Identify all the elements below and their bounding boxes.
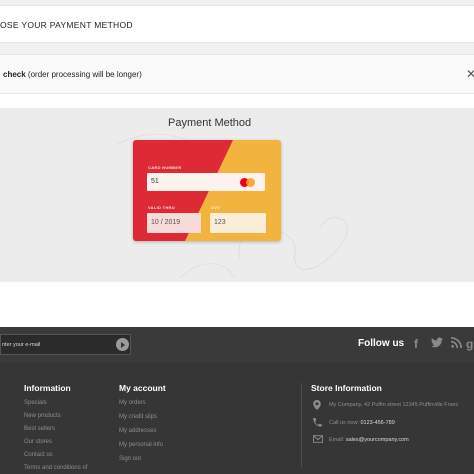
mastercard-icon <box>240 178 256 187</box>
store-information-title: Store Information <box>311 383 382 393</box>
map-marker-icon <box>313 400 321 412</box>
check-payment-option[interactable]: check (order processing will be longer) … <box>0 54 474 94</box>
close-icon[interactable]: ✕ <box>466 67 474 81</box>
phone-icon <box>313 418 322 429</box>
footer-link-sign-out[interactable]: Sign out <box>119 456 141 462</box>
store-address: My Company, 42 Puffin street 12345 Puffi… <box>329 402 459 408</box>
credit-card: CARD NUMBER 51 VALID THRU CVV 10 / 2019 … <box>133 140 281 241</box>
step-title: OSE YOUR PAYMENT METHOD <box>0 20 133 30</box>
newsletter-email-input[interactable] <box>1 335 109 354</box>
store-email: Email: sales@yourcompany.com <box>329 437 409 443</box>
my-account-title: My account <box>119 383 166 393</box>
payment-method-panel: Payment Method CARD NUMBER 51 VALID THRU… <box>0 108 474 282</box>
rss-icon[interactable] <box>451 337 462 351</box>
phone-number[interactable]: 0123-456-789 <box>361 420 395 426</box>
follow-us-label: Follow us <box>358 338 405 349</box>
payment-step-header[interactable]: OSE YOUR PAYMENT METHOD <box>0 5 474 43</box>
envelope-icon <box>312 435 324 445</box>
expiry-input[interactable]: 10 / 2019 <box>147 213 201 233</box>
information-title: Information <box>24 383 71 393</box>
card-number-value: 51 <box>151 178 159 185</box>
footer-links: Information Specials New products Best s… <box>0 363 474 474</box>
footer-link-best-sellers[interactable]: Best sellers <box>24 426 55 432</box>
check-option-label[interactable]: check (order processing will be longer) <box>3 70 142 79</box>
checkout-page: OSE YOUR PAYMENT METHOD check (order pro… <box>0 0 474 474</box>
footer-link-credit-slips[interactable]: My credit slips <box>119 414 157 420</box>
footer-link-specials[interactable]: Specials <box>24 400 47 406</box>
facebook-icon[interactable]: f <box>414 337 418 351</box>
call-prefix: Call us now: <box>329 420 361 426</box>
footer-link-terms[interactable]: Terms and conditions of <box>24 465 87 471</box>
cvv-label: CVV <box>211 205 221 210</box>
valid-thru-label: VALID THRU <box>148 205 175 210</box>
payment-method-title: Payment Method <box>168 117 252 129</box>
card-number-label: CARD NUMBER <box>148 165 182 170</box>
expiry-value: 10 / 2019 <box>151 219 181 226</box>
footer-link-contact-us[interactable]: Contact us <box>24 452 53 458</box>
footer-link-our-stores[interactable]: Our stores <box>24 439 52 445</box>
email-link[interactable]: sales@yourcompany.com <box>346 437 409 443</box>
footer-divider <box>301 383 302 468</box>
store-phone: Call us now: 0123-456-789 <box>329 420 395 426</box>
newsletter-bar: Follow us f g <box>0 327 474 363</box>
check-option-name: check <box>3 70 26 79</box>
footer-link-personal-info[interactable]: My personal info <box>119 442 163 448</box>
email-prefix: Email: <box>329 437 346 443</box>
footer-link-new-products[interactable]: New products <box>24 413 61 419</box>
footer-gap <box>0 282 474 327</box>
newsletter-form <box>0 334 131 355</box>
footer-link-addresses[interactable]: My addresses <box>119 428 156 434</box>
check-option-note: (order processing will be longer) <box>25 70 142 79</box>
cvv-value: 123 <box>214 219 226 226</box>
footer-link-my-orders[interactable]: My orders <box>119 400 146 406</box>
googleplus-icon[interactable]: g <box>466 337 473 351</box>
cvv-input[interactable]: 123 <box>210 213 266 233</box>
section-gap <box>0 94 474 108</box>
twitter-icon[interactable] <box>431 337 443 351</box>
arrow-right-icon[interactable] <box>116 338 129 351</box>
